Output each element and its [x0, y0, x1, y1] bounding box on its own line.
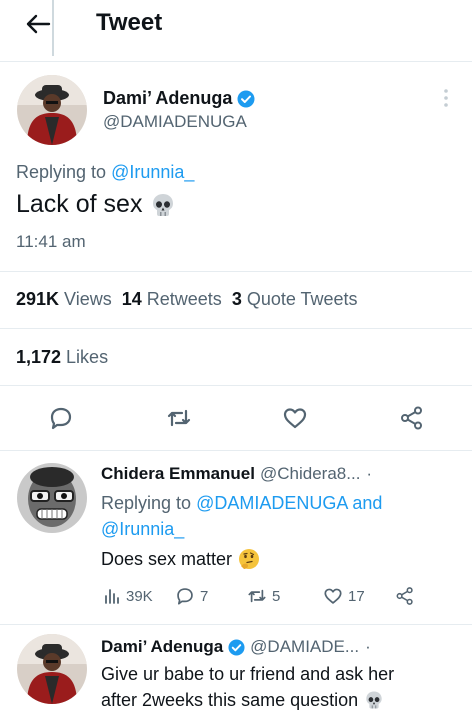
- tweet-action-bar: [0, 398, 472, 438]
- reply2-text-line2: after 2weeks this same question: [101, 690, 359, 710]
- reply2-text-line1: Give ur babe to ur friend and ask her: [101, 664, 395, 684]
- separator-dot: ·: [365, 637, 371, 656]
- reply1-retweets-count: 5: [272, 587, 281, 605]
- action-divider: [0, 450, 472, 451]
- stats-divider-mid: [0, 328, 472, 329]
- thinking-face-emoji: [239, 549, 260, 569]
- comment-icon: [177, 588, 193, 605]
- verified-badge-icon: [228, 638, 245, 656]
- retweets-label: Retweets: [146, 289, 222, 309]
- likes-count: 1,172: [16, 347, 62, 367]
- reply2-header: Dami’ Adenuga @DAMIADE... ·: [101, 637, 371, 657]
- likes-stat[interactable]: 1,172 Likes: [16, 347, 108, 368]
- reply1-text-content: Does sex matter: [101, 549, 233, 569]
- replying-prefix: Replying to: [101, 493, 192, 513]
- separator-dot: ·: [366, 464, 373, 483]
- author-name-row[interactable]: Dami’ Adenuga: [103, 88, 255, 109]
- reply2-text-line2-row: after 2weeks this same question: [101, 687, 461, 713]
- tweet-timestamp[interactable]: 11:41 am: [16, 232, 86, 252]
- mention-link[interactable]: @Irunnia_: [101, 519, 184, 539]
- reply1-text: Does sex matter: [101, 546, 260, 572]
- replying-prefix: Replying to: [16, 162, 107, 182]
- avatar-image: [17, 75, 87, 145]
- stats-divider-bottom: [0, 385, 472, 386]
- tweet-stats: 291K Views 14 Retweets 3 Quote Tweets: [16, 289, 358, 310]
- reply1-like-button[interactable]: 17: [323, 583, 365, 609]
- stats-divider-top: [0, 271, 472, 272]
- likes-label: Likes: [66, 347, 109, 367]
- back-arrow-icon: [26, 14, 51, 34]
- retweet-icon: [167, 409, 191, 427]
- reply2-avatar[interactable]: [17, 634, 87, 704]
- quotes-count: 3: [231, 289, 242, 309]
- reply1-header: Chidera Emmanuel @Chidera8... ·: [101, 464, 372, 484]
- author-name: Dami’ Adenuga: [103, 88, 233, 108]
- mention-link[interactable]: @Irunnia_: [111, 162, 194, 182]
- quotes-label: Quote Tweets: [246, 289, 358, 309]
- replying-to: Replying to @Irunnia_: [16, 162, 194, 183]
- share-icon: [396, 587, 413, 605]
- tweet-text-content: Lack of sex: [16, 190, 143, 218]
- reply2-author-name[interactable]: Dami’ Adenuga: [101, 637, 223, 657]
- skull-emoji: [153, 193, 174, 216]
- retweets-stat[interactable]: 14 Retweets: [122, 289, 222, 310]
- thread-line: [52, 0, 54, 56]
- author-handle[interactable]: @DAMIADENUGA: [103, 112, 247, 132]
- tweet-text: Lack of sex: [16, 190, 176, 219]
- heart-icon: [283, 408, 307, 429]
- avatar-image: [17, 463, 87, 533]
- more-vertical-icon: [444, 89, 448, 107]
- quotes-stat[interactable]: 3 Quote Tweets: [232, 289, 358, 310]
- more-options-button[interactable]: [438, 86, 454, 110]
- mention-and: and: [352, 493, 383, 513]
- reply-divider: [0, 624, 472, 625]
- header-divider: [0, 61, 472, 62]
- share-icon: [401, 406, 422, 430]
- mention-link[interactable]: @DAMIADENUGA: [196, 493, 347, 513]
- reply1-action-bar: 39K 7 5 17: [101, 583, 441, 609]
- retweet-button[interactable]: [165, 404, 193, 432]
- reply1-share-button[interactable]: [395, 583, 415, 609]
- back-button[interactable]: [22, 10, 54, 38]
- reply1-replies-count: 7: [200, 587, 209, 605]
- top-bar: Tweet: [0, 0, 472, 50]
- reply1-views[interactable]: 39K: [103, 583, 153, 609]
- reply1-likes-count: 17: [348, 587, 365, 605]
- reply-button[interactable]: [47, 404, 75, 432]
- views-count: 291K: [16, 289, 60, 309]
- author-avatar[interactable]: [17, 75, 87, 145]
- retweet-icon: [248, 589, 266, 603]
- reply1-replying-to: Replying to @DAMIADENUGA and @Irunnia_: [101, 490, 441, 542]
- reply1-author-name[interactable]: Chidera Emmanuel: [101, 464, 255, 484]
- views-label: Views: [64, 289, 112, 309]
- page-title: Tweet: [96, 9, 163, 36]
- reply2-author-handle[interactable]: @DAMIADE...: [250, 637, 359, 657]
- reply1-retweet-button[interactable]: 5: [247, 583, 280, 609]
- reply2-text: Give ur babe to ur friend and ask her af…: [101, 661, 461, 713]
- heart-icon: [324, 588, 342, 604]
- share-button[interactable]: [398, 404, 426, 432]
- reply1-reply-button[interactable]: 7: [175, 583, 208, 609]
- views-chart-icon: [105, 589, 119, 604]
- reply1-views-count: 39K: [126, 587, 153, 605]
- reply1-avatar[interactable]: [17, 463, 87, 533]
- like-button[interactable]: [281, 404, 309, 432]
- reply1-author-handle[interactable]: @Chidera8...: [260, 464, 360, 484]
- avatar-image: [17, 634, 87, 704]
- views-stat[interactable]: 291K Views: [16, 289, 112, 310]
- retweets-count: 14: [121, 289, 142, 309]
- verified-badge-icon: [237, 90, 255, 107]
- comment-icon: [50, 407, 72, 430]
- skull-emoji: [366, 691, 382, 709]
